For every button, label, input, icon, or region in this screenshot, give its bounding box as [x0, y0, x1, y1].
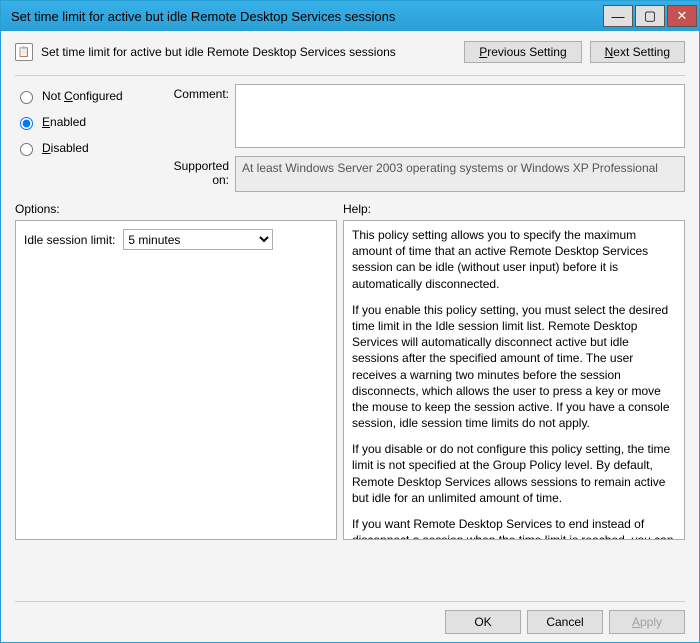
help-text: If you enable this policy setting, you m…	[352, 302, 676, 432]
help-text: If you want Remote Desktop Services to e…	[352, 516, 676, 540]
label-disabled[interactable]: Disabled	[42, 141, 89, 155]
supported-text: At least Windows Server 2003 operating s…	[235, 156, 685, 192]
divider	[15, 75, 685, 76]
cancel-button[interactable]: Cancel	[527, 610, 603, 634]
idle-session-limit-select[interactable]: Never1 minute5 minutes10 minutes15 minut…	[123, 229, 273, 250]
ok-button[interactable]: OK	[445, 610, 521, 634]
minimize-button[interactable]: —	[603, 5, 633, 27]
next-setting-button[interactable]: Next Setting	[590, 41, 685, 63]
titlebar: Set time limit for active but idle Remot…	[1, 1, 699, 31]
help-label: Help:	[343, 202, 371, 216]
comment-label: Comment:	[155, 84, 235, 101]
radio-disabled[interactable]	[20, 143, 33, 156]
close-button[interactable]: ✕	[667, 5, 697, 27]
policy-subtitle: Set time limit for active but idle Remot…	[41, 45, 456, 59]
previous-setting-button[interactable]: Previous Setting	[464, 41, 581, 63]
policy-icon: 📋	[15, 43, 33, 61]
label-not-configured[interactable]: Not Configured	[42, 89, 123, 103]
maximize-button[interactable]: ▢	[635, 5, 665, 27]
supported-label: Supported on:	[155, 156, 235, 187]
dialog-window: Set time limit for active but idle Remot…	[0, 0, 700, 643]
apply-button[interactable]: Apply	[609, 610, 685, 634]
label-enabled[interactable]: Enabled	[42, 115, 86, 129]
radio-enabled[interactable]	[20, 117, 33, 130]
comment-input[interactable]	[235, 84, 685, 148]
help-text: This policy setting allows you to specif…	[352, 227, 676, 292]
radio-not-configured[interactable]	[20, 91, 33, 104]
help-panel[interactable]: This policy setting allows you to specif…	[343, 220, 685, 540]
help-text: If you disable or do not configure this …	[352, 441, 676, 506]
options-label: Options:	[15, 202, 343, 216]
idle-session-limit-label: Idle session limit:	[24, 233, 115, 247]
options-panel: Idle session limit: Never1 minute5 minut…	[15, 220, 337, 540]
window-title: Set time limit for active but idle Remot…	[11, 9, 395, 24]
